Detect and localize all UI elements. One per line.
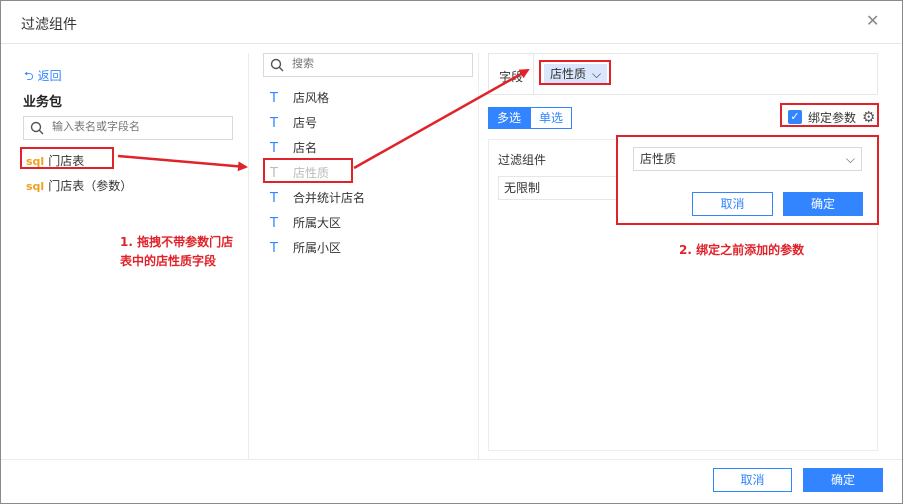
field-name: 店号 (293, 116, 318, 130)
annotation-step2: 2. 绑定之前添加的参数 (679, 243, 805, 257)
highlight-box-bind-param (780, 103, 879, 127)
field-item[interactable]: T 店号 (270, 114, 317, 131)
confirm-button[interactable]: 确定 (803, 468, 883, 492)
panel-divider (248, 53, 249, 459)
selection-mode-tabs: 多选 单选 (488, 107, 573, 129)
text-field-icon: T (270, 141, 278, 156)
highlight-box-store-table (20, 147, 114, 169)
highlight-box-store-type-field (263, 158, 353, 183)
search-icon (30, 121, 44, 135)
dialog-title: 过滤组件 (21, 17, 77, 33)
field-name: 所属小区 (293, 241, 342, 255)
field-item[interactable]: T 合并统计店名 (270, 189, 365, 206)
annotation-step1-line1: 1. 拖拽不带参数门店 (120, 235, 234, 249)
text-field-icon: T (270, 116, 278, 131)
table-search-box[interactable] (23, 116, 233, 140)
text-field-icon: T (270, 191, 278, 206)
back-arrow-icon: ⮌ (24, 69, 34, 83)
text-field-icon: T (270, 216, 278, 231)
filter-component-label: 过滤组件 (498, 153, 547, 167)
back-label: 返回 (37, 69, 62, 83)
field-name: 合并统计店名 (293, 191, 366, 205)
tab-single-select[interactable]: 单选 (530, 107, 573, 129)
tab-multi-select[interactable]: 多选 (488, 107, 531, 129)
text-field-icon: T (270, 91, 278, 106)
table-search-input[interactable] (52, 120, 222, 133)
field-label: 字段 (499, 70, 524, 84)
field-name: 店风格 (293, 91, 330, 105)
field-name: 店名 (293, 141, 318, 155)
panel-divider (478, 53, 479, 459)
field-item[interactable]: T 店名 (270, 139, 317, 156)
field-search-box[interactable] (263, 53, 473, 77)
table-name: 门店表（参数） (48, 179, 133, 193)
annotation-step1: 1. 拖拽不带参数门店 表中的店性质字段 (120, 233, 233, 271)
highlight-box-field-chip (539, 60, 611, 85)
package-title: 业务包 (23, 95, 63, 110)
table-item-store-params[interactable]: sql 门店表（参数） (26, 177, 132, 194)
footer-divider (1, 459, 902, 460)
field-name: 所属大区 (293, 216, 342, 230)
sql-table-icon: sql (26, 180, 45, 193)
dialog-titlebar: 过滤组件 ✕ (1, 1, 902, 44)
back-link[interactable]: ⮌ 返回 (24, 67, 62, 88)
field-item[interactable]: T 店风格 (270, 89, 329, 106)
highlight-box-param-popup (616, 135, 879, 225)
field-drop-separator (533, 54, 534, 94)
close-icon[interactable]: ✕ (866, 13, 882, 29)
search-icon (270, 58, 284, 72)
field-item[interactable]: T 所属大区 (270, 214, 341, 231)
text-field-icon: T (270, 241, 278, 256)
cancel-button[interactable]: 取消 (713, 468, 792, 492)
field-search-input[interactable] (292, 57, 462, 70)
filter-value-box[interactable]: 无限制 (498, 176, 623, 200)
annotation-step1-line2: 表中的店性质字段 (120, 254, 217, 268)
field-item[interactable]: T 所属小区 (270, 239, 341, 256)
